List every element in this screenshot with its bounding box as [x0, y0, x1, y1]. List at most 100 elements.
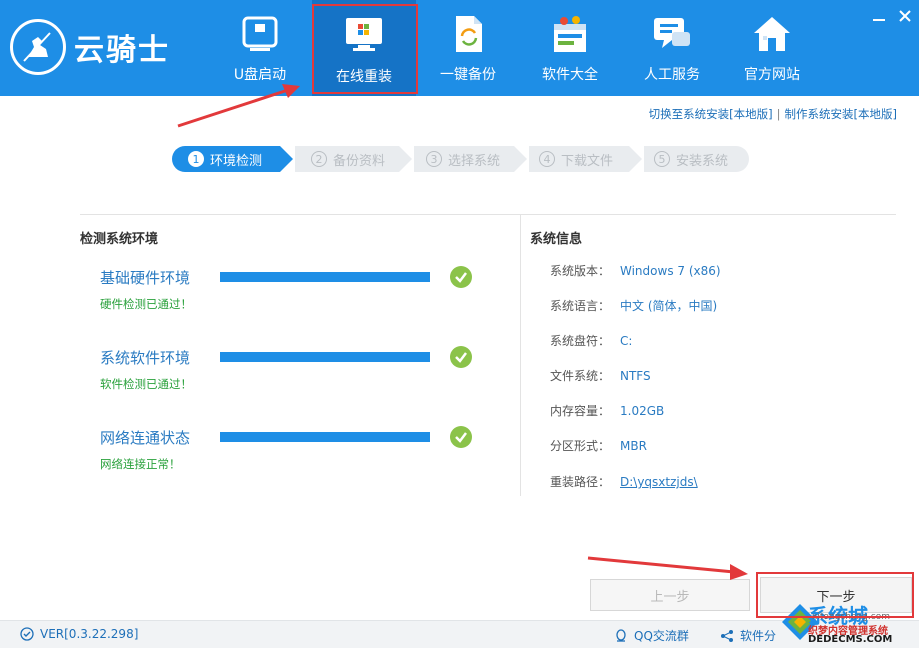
step-select-system: 3 选择系统: [414, 146, 514, 172]
logo-text: 云骑士: [74, 33, 170, 68]
info-row-drive: 系统盘符： C:: [550, 332, 632, 349]
nav-online-reinstall[interactable]: 在线重装: [312, 0, 416, 96]
step-number: 1: [188, 151, 204, 167]
progress-fill: [220, 352, 430, 362]
check-ok-icon: [450, 346, 472, 368]
info-row-partition: 分区形式： MBR: [550, 437, 647, 454]
nav-usb-boot[interactable]: U盘启动: [208, 0, 312, 96]
shield-check-icon: [20, 627, 34, 641]
step-arrow: [280, 146, 293, 172]
step-label: 环境检测: [210, 153, 263, 169]
info-value: 中文 (简体，中国): [620, 299, 718, 313]
progress-fill: [220, 432, 430, 442]
info-key: 分区形式：: [550, 439, 611, 453]
step-arrow: [514, 146, 527, 172]
info-key: 系统语言：: [550, 299, 611, 313]
nav-label: 软件大全: [542, 67, 598, 83]
annotation-arrow-icon: [587, 556, 748, 580]
share-icon: [721, 629, 733, 642]
app-logo: 云骑士: [10, 18, 210, 76]
info-key: 内存容量：: [550, 404, 611, 418]
prev-step-button[interactable]: 上一步: [590, 579, 750, 611]
step-arrow: [629, 146, 642, 172]
info-key: 文件系统：: [550, 369, 611, 383]
nav-label: 一键备份: [440, 67, 496, 83]
share-label: 软件分: [740, 629, 777, 643]
step-number: 3: [426, 151, 442, 167]
reinstall-path-link[interactable]: D:\yqsxtzjds\: [620, 475, 698, 489]
watermark-domain: DEDECMS.COM: [808, 634, 893, 645]
nav-one-key-backup[interactable]: 一键备份: [416, 0, 520, 96]
step-label: 安装系统: [676, 153, 729, 169]
step-install: 5 安装系统: [644, 146, 749, 172]
step-number: 2: [311, 151, 327, 167]
info-value: 1.02GB: [620, 404, 665, 418]
link-separator: |: [776, 107, 781, 121]
info-value: C:: [620, 334, 633, 348]
info-key: 重装路径：: [550, 475, 611, 489]
chat-service-icon: [654, 18, 690, 48]
qq-group-link[interactable]: QQ交流群: [614, 627, 689, 644]
check-progress-bar: [220, 352, 430, 362]
panel-vertical-divider: [520, 214, 521, 496]
version-label: VER[0.3.22.298]: [40, 627, 139, 641]
make-local-link[interactable]: 制作系统安装[本地版]: [785, 107, 897, 121]
info-row-language: 系统语言： 中文 (简体，中国): [550, 297, 717, 314]
backup-document-icon: [456, 16, 482, 52]
info-row-path: 重装路径： D:\yqsxtzjds\: [550, 473, 698, 490]
nav-software-store[interactable]: 软件大全: [518, 0, 622, 96]
step-label: 选择系统: [448, 153, 501, 169]
step-arrow: [399, 146, 412, 172]
nav-label: 人工服务: [644, 67, 700, 83]
step-env-check: 1 环境检测: [172, 146, 280, 172]
windows-monitor-icon: [346, 18, 382, 51]
qq-icon: [616, 628, 626, 642]
app-header: 云骑士 U盘启动 在线重装 一键备份 软件大全 人工服务 官方网站: [0, 0, 919, 96]
close-icon[interactable]: [897, 8, 913, 24]
qq-group-label: QQ交流群: [634, 629, 689, 643]
check-progress-bar: [220, 432, 430, 442]
step-number: 4: [539, 151, 555, 167]
check-label: 网络连通状态: [100, 429, 191, 447]
sysinfo-section-title: 系统信息: [530, 232, 583, 247]
switch-local-link[interactable]: 切换至系统安装[本地版]: [649, 107, 773, 121]
nav-label: U盘启动: [233, 67, 287, 83]
minimize-icon[interactable]: [871, 8, 887, 24]
info-key: 系统盘符：: [550, 334, 611, 348]
step-download: 4 下载文件: [529, 146, 629, 172]
step-label: 下载文件: [561, 153, 614, 169]
step-backup: 2 备份资料: [295, 146, 399, 172]
panel-divider: [80, 214, 896, 215]
info-value: NTFS: [620, 369, 651, 383]
info-row-memory: 内存容量： 1.02GB: [550, 402, 664, 419]
info-value: MBR: [620, 439, 647, 453]
watermark-url: xitongcheng.com: [812, 612, 890, 622]
usb-drive-icon: [242, 16, 278, 51]
step-number: 5: [654, 151, 670, 167]
check-status: 网络连接正常！: [100, 457, 181, 471]
software-box-icon: [554, 16, 586, 52]
progress-fill: [220, 272, 430, 282]
check-progress-bar: [220, 272, 430, 282]
info-key: 系统版本：: [550, 264, 611, 278]
window-controls: [871, 8, 913, 24]
info-row-version: 系统版本： Windows 7 (x86): [550, 262, 721, 279]
check-ok-icon: [450, 266, 472, 288]
home-icon: [754, 17, 790, 51]
check-ok-icon: [450, 426, 472, 448]
install-mode-links: 切换至系统安装[本地版] | 制作系统安装[本地版]: [649, 106, 897, 122]
info-row-filesystem: 文件系统： NTFS: [550, 367, 651, 384]
info-value: Windows 7 (x86): [620, 264, 721, 278]
nav-label: 在线重装: [336, 69, 392, 85]
version-info: VER[0.3.22.298]: [20, 627, 138, 641]
share-link[interactable]: 软件分: [720, 627, 776, 644]
nav-human-service[interactable]: 人工服务: [620, 0, 724, 96]
check-section-title: 检测系统环境: [80, 232, 159, 247]
check-status: 软件检测已通过！: [100, 377, 192, 391]
step-label: 备份资料: [333, 153, 386, 169]
knight-logo-icon: [10, 19, 66, 75]
check-label: 系统软件环境: [100, 349, 191, 367]
check-label: 基础硬件环境: [100, 269, 191, 287]
check-status: 硬件检测已通过！: [100, 297, 192, 311]
nav-official-site[interactable]: 官方网站: [720, 0, 824, 96]
